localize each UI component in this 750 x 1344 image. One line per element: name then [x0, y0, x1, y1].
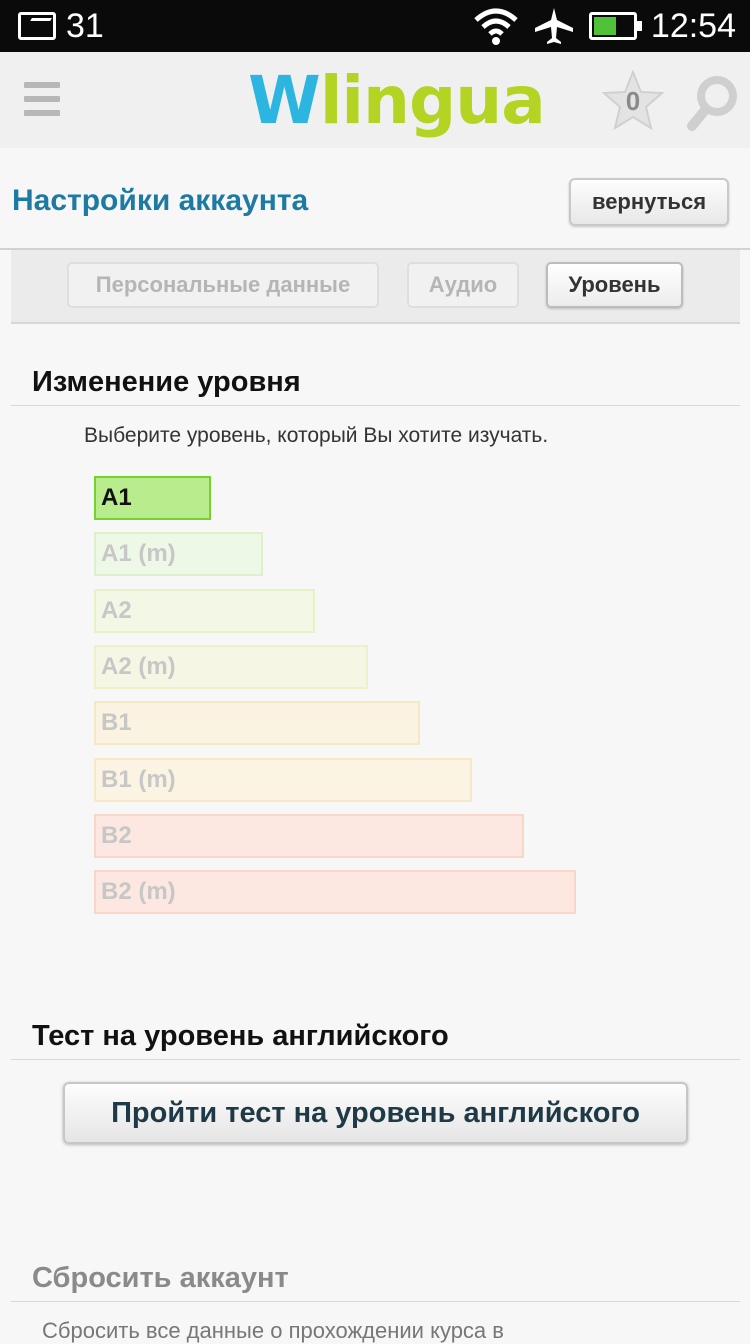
message-icon: [18, 12, 56, 40]
search-icon[interactable]: [686, 74, 740, 132]
level-hint: Выберите уровень, который Вы хотите изуч…: [84, 424, 549, 447]
menu-line: [24, 110, 60, 116]
divider: [11, 1059, 740, 1060]
reset-section-title: Сбросить аккаунт: [32, 1262, 289, 1294]
level-option-a2m[interactable]: A2 (m): [94, 644, 368, 689]
tab-audio[interactable]: Аудио: [407, 262, 519, 308]
battery-fill: [593, 17, 616, 35]
logo-text: Wlingua: [248, 62, 546, 139]
level-option-b1m[interactable]: B1 (m): [94, 757, 472, 802]
divider: [11, 1301, 740, 1302]
app-header: Wlingua 0: [0, 52, 750, 148]
status-bar: 31 12:54: [0, 0, 750, 52]
logo-w: W: [248, 62, 321, 139]
airplane-icon: [534, 8, 573, 44]
wifi-icon: [474, 8, 518, 45]
favorites-button[interactable]: 0: [601, 69, 665, 132]
battery-icon: [588, 12, 642, 40]
menu-line: [24, 96, 60, 102]
reset-description: Сбросить все данные о прохождении курса …: [42, 1318, 504, 1343]
back-button[interactable]: вернуться: [569, 178, 729, 226]
level-option-b2[interactable]: B2: [94, 813, 525, 858]
level-option-b2m[interactable]: B2 (m): [94, 870, 577, 915]
logo-rest: lingua: [319, 62, 546, 139]
test-section-title: Тест на уровень английского: [32, 1020, 449, 1052]
tab-personal-data[interactable]: Персональные данные: [67, 262, 379, 308]
page-title: Настройки аккаунта: [12, 184, 309, 217]
status-right: 12:54: [473, 6, 736, 46]
divider: [11, 405, 740, 406]
page-header: Настройки аккаунта вернуться: [0, 148, 750, 250]
wlingua-logo[interactable]: Wlingua: [248, 62, 546, 142]
tab-level[interactable]: Уровень: [546, 262, 683, 308]
settings-tabs: Персональные данные Аудио Уровень: [11, 250, 740, 324]
level-section-title: Изменение уровня: [32, 366, 301, 398]
level-option-b1[interactable]: B1: [94, 701, 420, 746]
level-option-a1[interactable]: A1: [94, 476, 211, 520]
clock: 12:54: [650, 7, 736, 45]
menu-line: [24, 82, 60, 88]
menu-icon[interactable]: [24, 82, 60, 116]
level-option-a1m[interactable]: A1 (m): [94, 532, 264, 577]
status-left: 31: [18, 8, 104, 44]
take-test-button[interactable]: Пройти тест на уровень английского: [63, 1082, 688, 1144]
favorites-count: 0: [625, 86, 641, 116]
level-option-a2[interactable]: A2: [94, 588, 316, 633]
notification-count: 31: [66, 7, 104, 45]
